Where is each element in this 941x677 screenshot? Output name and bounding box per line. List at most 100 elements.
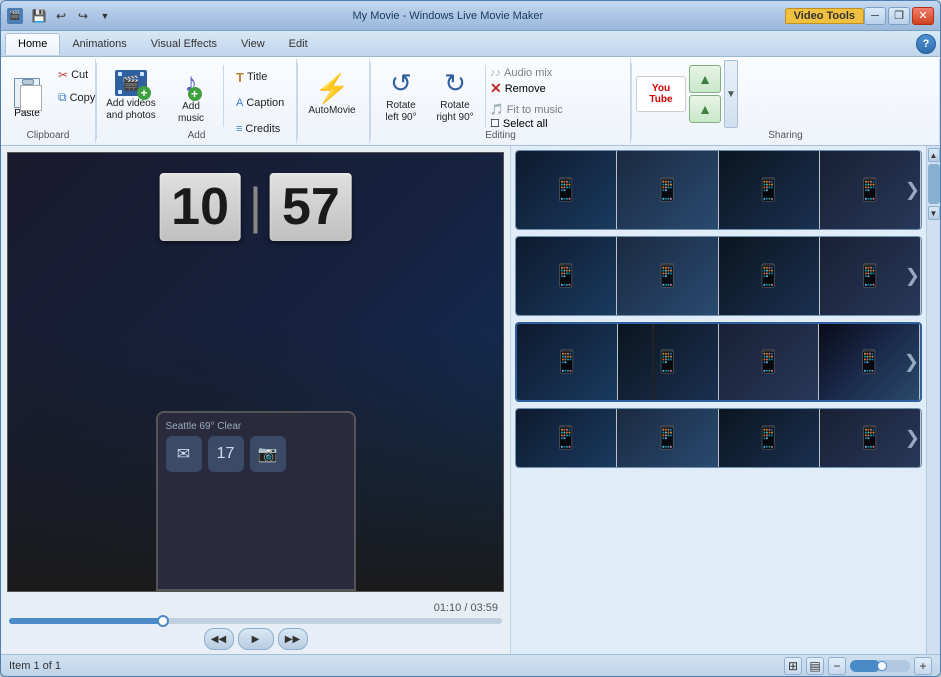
scroll-up-button[interactable]: ▲ <box>928 148 940 162</box>
clip-1-arrow: ❯ <box>905 180 920 201</box>
undo-button[interactable]: ↩ <box>51 6 71 26</box>
automovie-button[interactable]: ⚡ AutoMovie <box>302 63 362 125</box>
next-button[interactable]: ▶▶ <box>278 628 308 650</box>
tab-home[interactable]: Home <box>5 33 60 55</box>
clip-strip-2[interactable]: 📱 📱 📱 📱 ❯ <box>515 236 922 316</box>
playback-controls: ◀◀ ▶ ▶▶ <box>9 628 502 650</box>
editing-group-label: Editing <box>371 129 630 143</box>
thumb-3-3: 📱 <box>719 324 820 400</box>
video-tools-tab[interactable]: Video Tools <box>785 8 864 24</box>
select-all-label: Select all <box>503 118 548 130</box>
storyboard-icon[interactable]: ⊞ <box>784 657 802 675</box>
title-button[interactable]: T Title <box>230 65 290 89</box>
phone-thumb-icon-15: 📱 <box>755 425 782 451</box>
thumb-2-1: 📱 <box>516 237 617 315</box>
thumb-3-2: 📱 <box>618 324 719 400</box>
rotate-right-button[interactable]: ↻ Rotateright 90° <box>429 65 481 127</box>
add-music-button[interactable]: ♪ + Addmusic <box>165 65 217 127</box>
paste-icon <box>11 72 43 108</box>
sprocket-2 <box>140 72 144 76</box>
divider-inner <box>223 65 224 127</box>
progress-thumb[interactable] <box>157 615 169 627</box>
clock-display: 10 | 57 <box>159 173 352 241</box>
rotate-left-button[interactable]: ↺ Rotateleft 90° <box>375 65 427 127</box>
prev-button[interactable]: ◀◀ <box>204 628 234 650</box>
video-preview-pane: 10 | 57 Seattle 69° Clear ✉ 17 📷 <box>1 146 511 654</box>
close-button[interactable]: ✕ <box>912 7 934 25</box>
tab-edit[interactable]: Edit <box>277 33 320 55</box>
paste-button[interactable]: Paste <box>5 65 49 125</box>
clip-strip-3[interactable]: 📱 📱 📱 📱 ❯ <box>515 322 922 402</box>
youtube-text-2: Tube <box>649 94 672 105</box>
help-button[interactable]: ? <box>916 34 936 54</box>
thumb-2-2: 📱 <box>617 237 718 315</box>
tab-view[interactable]: View <box>229 33 277 55</box>
clipboard-group: Paste ✂ Cut ⧉ Copy Clipboard <box>1 59 96 143</box>
editing-right-col: ♪♪ Audio mix ✕ Remove 🎵 Fit to music <box>490 65 563 130</box>
thumb-4-2: 📱 <box>617 409 718 467</box>
upload-button-1[interactable]: ▲ <box>689 65 721 93</box>
copy-button[interactable]: ⧉ Copy <box>53 87 100 108</box>
rotate-right-icon: ↻ <box>439 68 471 100</box>
title-bar: 🎬 💾 ↩ ↪ ▼ My Movie - Windows Live Movie … <box>1 1 940 31</box>
spacer <box>490 98 563 102</box>
play-button[interactable]: ▶ <box>238 628 274 650</box>
phone-thumb-icon-8: 📱 <box>856 263 883 289</box>
thumb-4-1: 📱 <box>516 409 617 467</box>
upload-button-2[interactable]: ▲ <box>689 95 721 123</box>
scroll-down-button[interactable]: ▼ <box>928 206 940 220</box>
phone-thumb-icon-4: 📱 <box>856 177 883 203</box>
zoom-slider[interactable] <box>850 660 910 672</box>
phone-icon-camera: 📷 <box>250 436 286 472</box>
redo-button[interactable]: ↪ <box>73 6 93 26</box>
sharing-group: You Tube ▲ ▲ ▼ Sharing <box>632 59 940 143</box>
zoom-minus-button[interactable]: − <box>828 657 846 675</box>
storyboard-scrollbar: ▲ ▼ <box>926 146 940 654</box>
video-canvas[interactable]: 10 | 57 Seattle 69° Clear ✉ 17 📷 <box>7 152 504 592</box>
phone-thumb-icon-11: 📱 <box>755 349 782 375</box>
clip-2-arrow: ❯ <box>905 266 920 287</box>
quick-access-dropdown[interactable]: ▼ <box>95 6 115 26</box>
tab-animations[interactable]: Animations <box>60 33 138 55</box>
automovie-group: ⚡ AutoMovie <box>298 59 370 143</box>
quick-access-toolbar: 💾 ↩ ↪ ▼ <box>29 6 115 26</box>
total-time: 03:59 <box>470 602 498 614</box>
clip-strip-4[interactable]: 📱 📱 📱 📱 ❯ <box>515 408 922 468</box>
fit-to-music-row: 🎵 Fit to music <box>490 103 563 116</box>
youtube-button[interactable]: You Tube <box>636 76 686 112</box>
rotate-left-icon: ↺ <box>385 68 417 100</box>
zoom-fill <box>850 660 880 672</box>
up-arrow-icon-2: ▲ <box>698 101 712 117</box>
editing-group: ↺ Rotateleft 90° ↻ Rotateright 90° ♪♪ Au… <box>371 59 631 143</box>
add-music-label: Addmusic <box>178 101 204 125</box>
automovie-icon: ⚡ <box>315 72 350 105</box>
timeline-icon[interactable]: ▤ <box>806 657 824 675</box>
paper-shape <box>20 85 42 111</box>
phone-thumb-icon-2: 📱 <box>654 177 681 203</box>
sharing-dropdown[interactable]: ▼ <box>724 60 738 128</box>
phone-screen: Seattle 69° Clear ✉ 17 📷 <box>156 411 356 591</box>
ribbon-tab-bar: Home Animations Visual Effects View Edit… <box>1 31 940 57</box>
thumb-1-3: 📱 <box>719 151 820 229</box>
phone-thumb-icon-7: 📱 <box>755 263 782 289</box>
add-group: 🎬 + Add videosand photos ♪ + Addmusic <box>97 59 297 143</box>
copy-label: Copy <box>70 92 96 104</box>
add-videos-button[interactable]: 🎬 + Add videosand photos <box>101 65 161 127</box>
restore-button[interactable]: ❐ <box>888 7 910 25</box>
automovie-label: AutoMovie <box>308 105 355 116</box>
add-music-icon: ♪ + <box>185 67 198 98</box>
zoom-thumb[interactable] <box>877 661 887 671</box>
app-icons: 🎬 <box>7 8 23 24</box>
tab-visual-effects[interactable]: Visual Effects <box>139 33 229 55</box>
save-button[interactable]: 💾 <box>29 6 49 26</box>
remove-row: ✕ Remove <box>490 80 563 97</box>
minimize-button[interactable]: ─ <box>864 7 886 25</box>
cut-button[interactable]: ✂ Cut <box>53 65 100 85</box>
progress-bar[interactable] <box>9 618 502 624</box>
thumb-1-1: 📱 <box>516 151 617 229</box>
zoom-plus-button[interactable]: + <box>914 657 932 675</box>
cut-label: Cut <box>71 69 88 81</box>
caption-button[interactable]: A Caption <box>230 91 290 115</box>
scroll-thumb[interactable] <box>928 164 940 204</box>
clip-strip-1[interactable]: 📱 📱 📱 📱 ❯ <box>515 150 922 230</box>
